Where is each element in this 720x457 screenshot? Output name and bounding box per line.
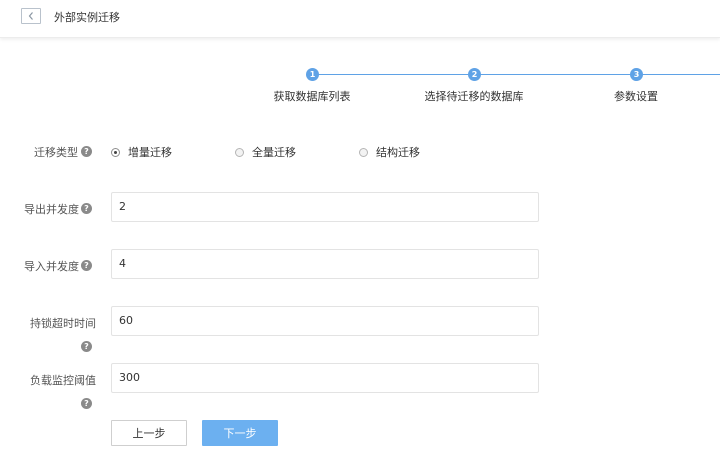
- export-concurrency-label: 导出并发度: [24, 203, 79, 216]
- help-icon[interactable]: ?: [81, 341, 92, 352]
- lock-timeout-label: 持锁超时时间: [30, 317, 96, 330]
- step-3-indicator: 3: [630, 68, 643, 81]
- radio-unchecked-icon: [235, 147, 244, 157]
- chevron-left-icon: [28, 12, 33, 20]
- help-icon[interactable]: ?: [81, 203, 92, 214]
- import-concurrency-label: 导入并发度: [24, 260, 79, 273]
- step-connector-3: [637, 74, 720, 75]
- import-concurrency-input[interactable]: 4: [111, 249, 539, 279]
- radio-full-migration[interactable]: 全量迁移: [235, 144, 296, 160]
- load-threshold-label: 负载监控阈值: [30, 374, 96, 387]
- step-1-indicator: 1: [306, 68, 319, 81]
- radio-checked-icon: [111, 147, 120, 157]
- step-connector-2: [475, 74, 637, 75]
- load-threshold-input[interactable]: 300: [111, 363, 539, 393]
- lock-timeout-input[interactable]: 60: [111, 306, 539, 336]
- help-icon[interactable]: ?: [81, 260, 92, 271]
- next-step-button[interactable]: 下一步: [202, 420, 278, 446]
- radio-structure-migration[interactable]: 结构迁移: [359, 144, 420, 160]
- step-3-label: 参数设置: [614, 90, 658, 103]
- page-title: 外部实例迁移: [54, 11, 120, 24]
- step-connector-1: [312, 74, 474, 75]
- step-2-indicator: 2: [468, 68, 481, 81]
- back-button[interactable]: [21, 8, 41, 24]
- export-concurrency-input[interactable]: 2: [111, 192, 539, 222]
- radio-label: 全量迁移: [252, 146, 296, 159]
- radio-label: 结构迁移: [376, 146, 420, 159]
- migration-type-label: 迁移类型: [34, 146, 78, 159]
- step-progress: 1 2 3 获取数据库列表 选择待迁移的数据库 参数设置: [0, 65, 720, 105]
- page-header: 外部实例迁移: [0, 0, 720, 38]
- step-1-label: 获取数据库列表: [273, 90, 351, 103]
- previous-step-button[interactable]: 上一步: [111, 420, 187, 446]
- radio-label: 增量迁移: [128, 146, 172, 159]
- help-icon[interactable]: ?: [81, 398, 92, 409]
- step-2-label: 选择待迁移的数据库: [424, 90, 524, 103]
- radio-incremental-migration[interactable]: 增量迁移: [111, 144, 172, 160]
- help-icon[interactable]: ?: [81, 146, 92, 157]
- radio-unchecked-icon: [359, 147, 368, 157]
